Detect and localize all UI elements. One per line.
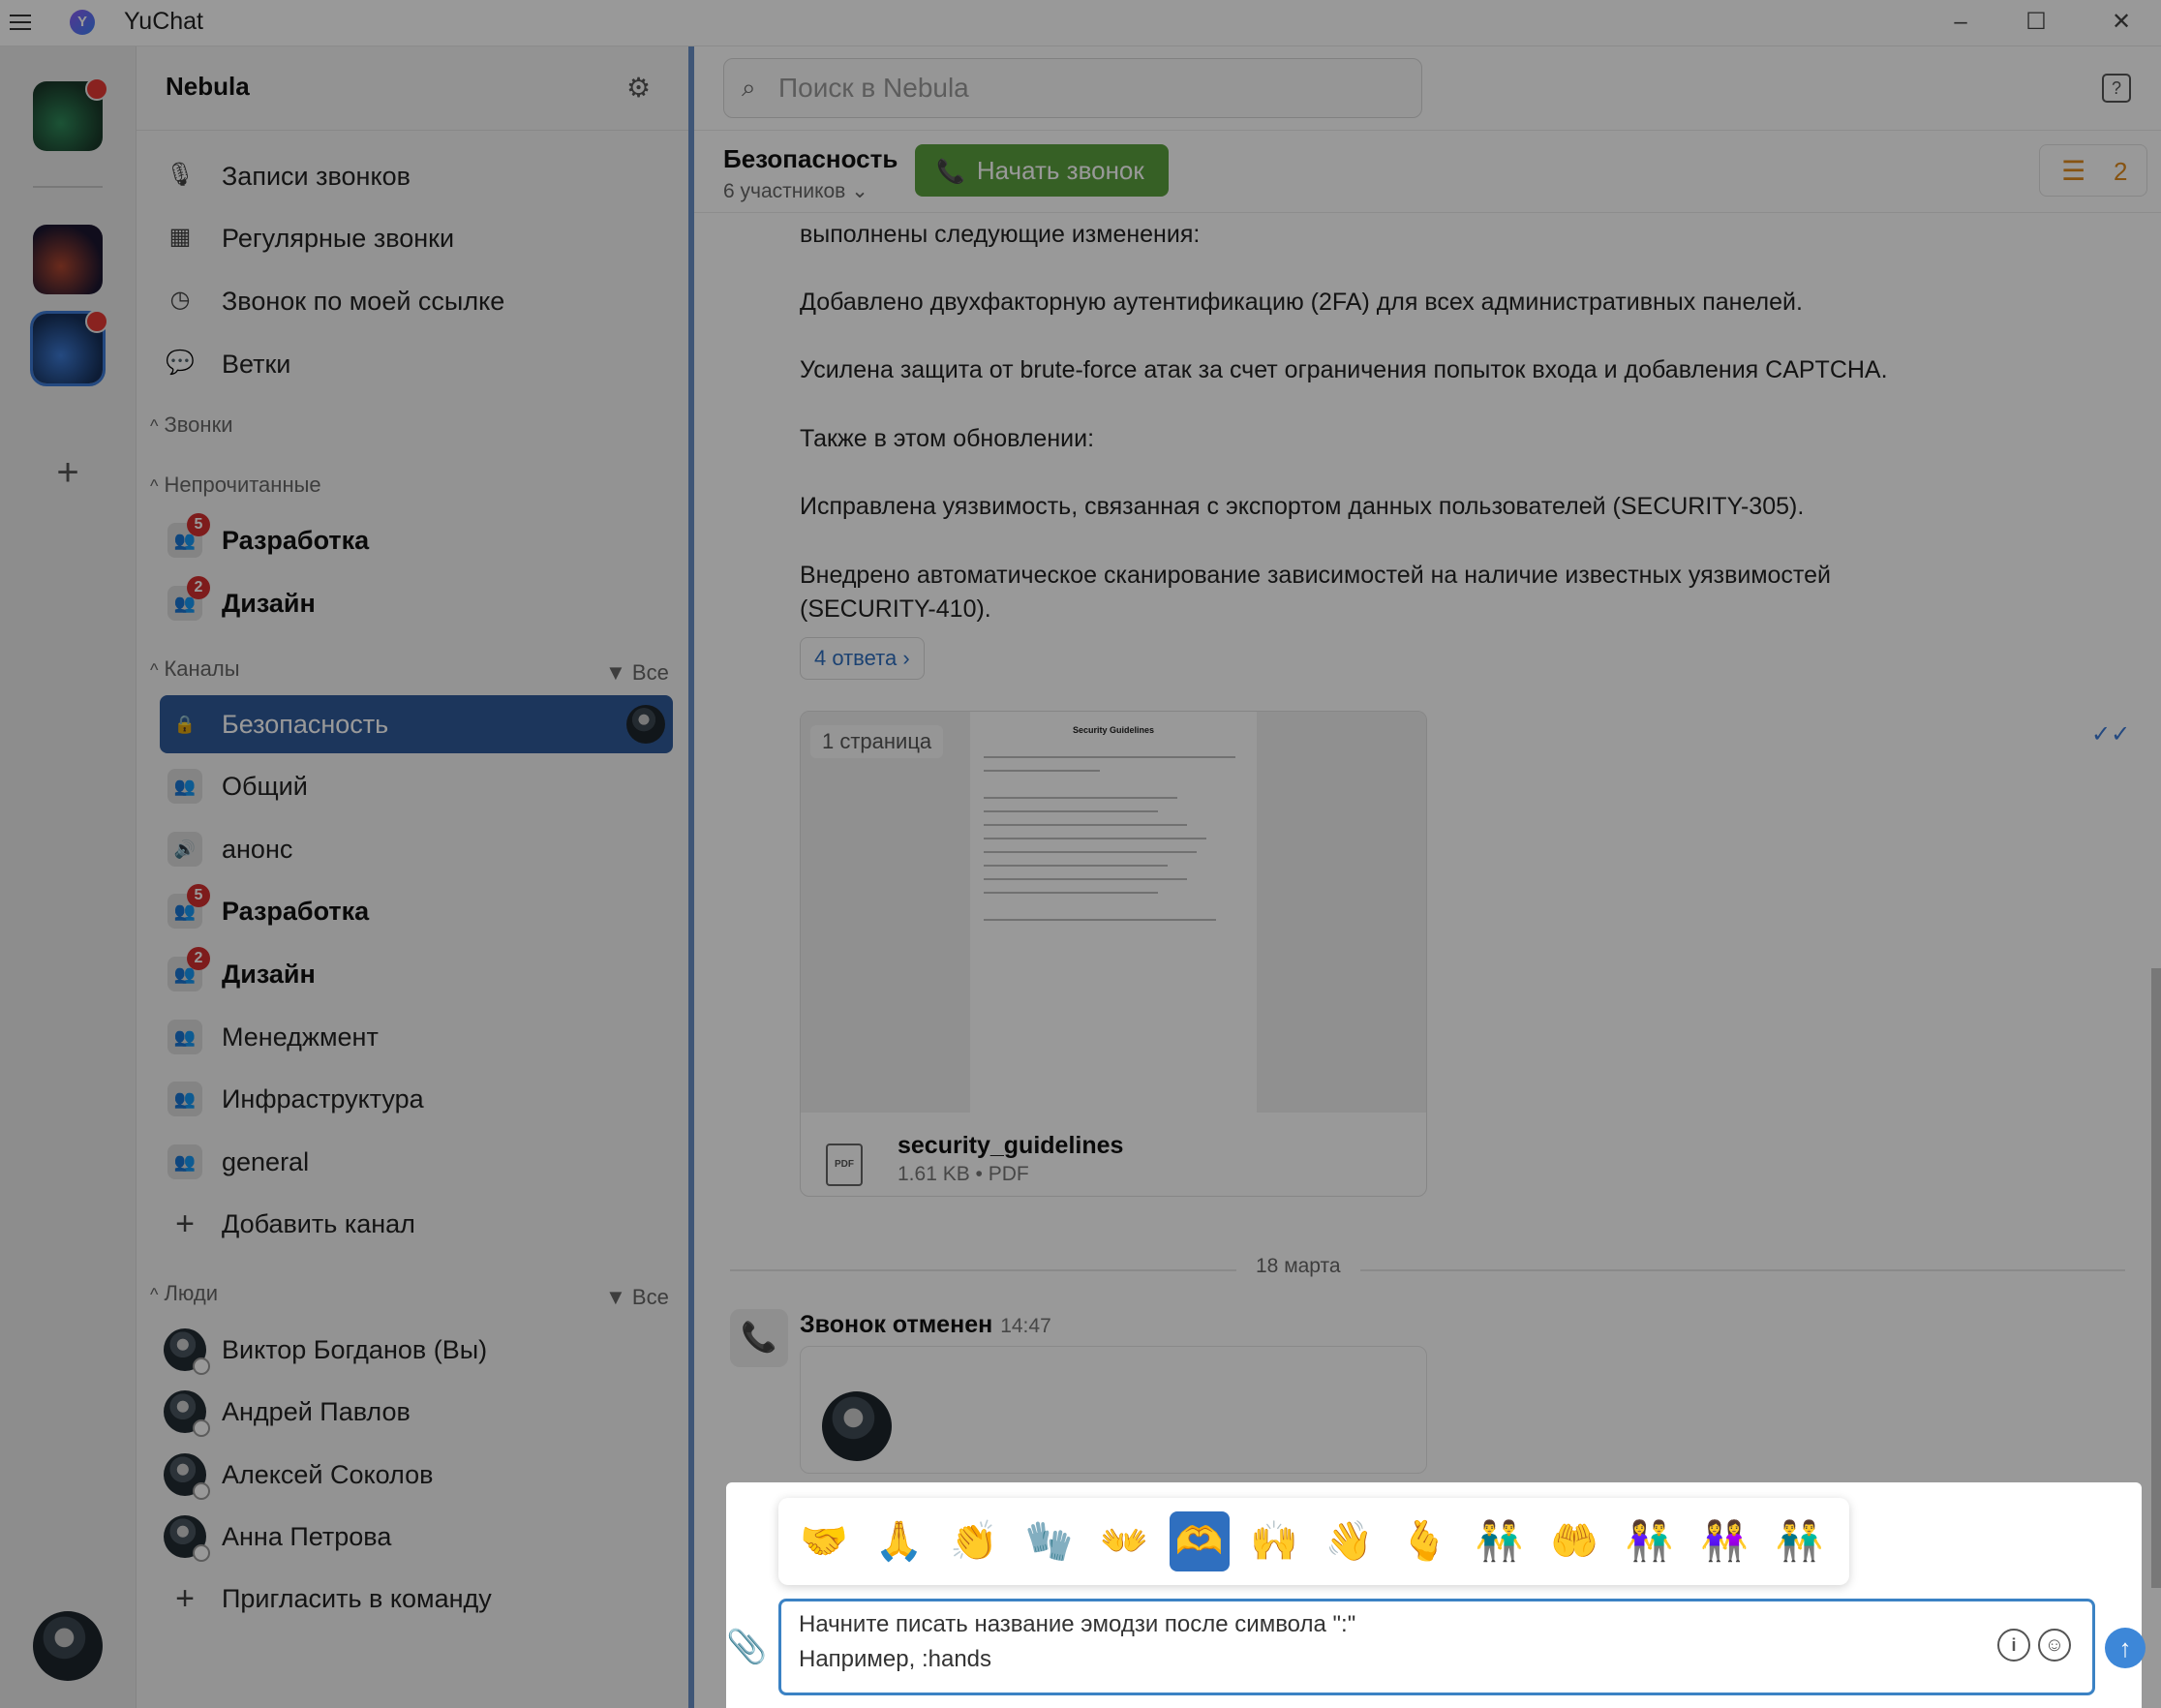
emoji-option[interactable]: 🙌: [1244, 1511, 1304, 1571]
attach-icon[interactable]: 📎: [726, 1628, 767, 1666]
send-button[interactable]: ↑: [2105, 1628, 2146, 1668]
emoji-suggestions: 🤝 🙏 👏 🧤 👐 🫶 🙌 👋 🫰 👬 🤲 👫 👭 👬: [778, 1498, 1849, 1585]
emoji-option[interactable]: 🙏: [869, 1511, 929, 1571]
emoji-option[interactable]: 👋: [1320, 1511, 1380, 1571]
message-input[interactable]: Начните писать название эмодзи после сим…: [778, 1599, 2095, 1695]
emoji-option[interactable]: 👏: [944, 1511, 1004, 1571]
emoji-option[interactable]: 👬: [1470, 1511, 1530, 1571]
emoji-option[interactable]: 🤲: [1544, 1511, 1604, 1571]
emoji-option[interactable]: 🤝: [794, 1511, 854, 1571]
input-hint-line1: Начните писать название эмодзи после сим…: [799, 1611, 1356, 1637]
modal-overlay[interactable]: [0, 0, 2161, 1708]
emoji-option[interactable]: 👬: [1770, 1511, 1830, 1571]
input-hint-line2: Например, :hands: [799, 1646, 992, 1672]
info-icon[interactable]: i: [1997, 1629, 2030, 1662]
emoji-option[interactable]: 🫶: [1169, 1511, 1230, 1571]
message-composer: 🤝 🙏 👏 🧤 👐 🫶 🙌 👋 🫰 👬 🤲 👫 👭 👬 📎 Начните писать название…: [726, 1482, 2146, 1708]
emoji-option[interactable]: 👐: [1094, 1511, 1154, 1571]
emoji-option[interactable]: 🫰: [1394, 1511, 1454, 1571]
emoji-option[interactable]: 👭: [1694, 1511, 1754, 1571]
emoji-option[interactable]: 🧤: [1020, 1511, 1080, 1571]
emoji-picker-icon[interactable]: ☺: [2038, 1629, 2071, 1662]
emoji-option[interactable]: 👫: [1620, 1511, 1680, 1571]
